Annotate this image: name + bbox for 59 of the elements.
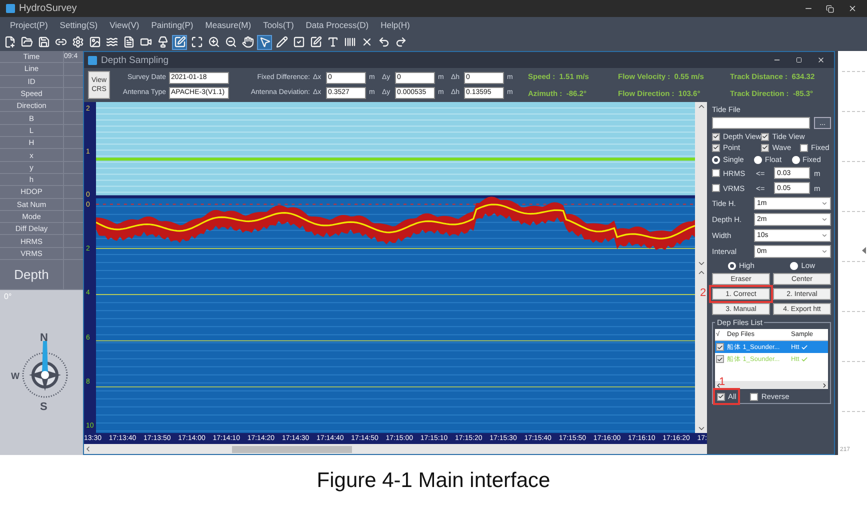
radio-button[interactable] bbox=[790, 262, 798, 270]
menu-item[interactable]: Help(H) bbox=[380, 20, 410, 30]
hand-icon[interactable] bbox=[240, 34, 255, 50]
menu-item[interactable]: Project(P) bbox=[10, 20, 48, 30]
figure-caption: Figure 4-1 Main interface bbox=[316, 468, 552, 494]
scroll-down-icon[interactable] bbox=[696, 424, 706, 433]
folder-icon[interactable] bbox=[19, 34, 34, 50]
app-icon bbox=[88, 56, 97, 64]
scroll-right-icon[interactable] bbox=[821, 382, 828, 388]
edit-icon[interactable] bbox=[172, 34, 187, 50]
checkbox[interactable] bbox=[716, 343, 724, 351]
checkbox[interactable] bbox=[712, 144, 720, 152]
collapse-icon[interactable] bbox=[862, 247, 866, 254]
checkbox[interactable] bbox=[761, 144, 770, 152]
menu-item[interactable]: Setting(S) bbox=[60, 20, 98, 30]
radio-button[interactable] bbox=[728, 262, 736, 270]
menu-item[interactable]: Measure(M) bbox=[205, 20, 252, 30]
annotation-number: 1 bbox=[719, 377, 726, 388]
checked-box-icon[interactable] bbox=[291, 34, 306, 50]
expand-icon[interactable] bbox=[189, 34, 204, 50]
pointer-icon[interactable] bbox=[257, 34, 272, 50]
checkbox[interactable] bbox=[800, 144, 808, 152]
checkbox[interactable] bbox=[717, 392, 725, 400]
settings-icon[interactable] bbox=[70, 34, 85, 50]
app-title: HydroSurvey bbox=[19, 3, 77, 14]
radio-button[interactable] bbox=[792, 156, 800, 164]
chevron-down-icon bbox=[821, 216, 828, 223]
tide-file-field[interactable] bbox=[712, 117, 810, 129]
chevron-down-icon bbox=[821, 232, 828, 239]
radio-button[interactable] bbox=[754, 156, 762, 164]
zoom-out-icon[interactable] bbox=[223, 34, 238, 50]
checkbox[interactable] bbox=[712, 132, 720, 140]
annotation-number: 2 bbox=[700, 288, 706, 299]
south-label: S bbox=[40, 400, 47, 413]
scroll-left-icon[interactable] bbox=[84, 445, 92, 453]
heading-value: 0° bbox=[4, 292, 12, 302]
menu-item[interactable]: Painting(P) bbox=[151, 20, 194, 30]
north-label: N bbox=[40, 332, 48, 344]
scroll-up-icon[interactable] bbox=[696, 102, 706, 111]
chevron-down-icon bbox=[821, 248, 828, 255]
chevron-down-icon bbox=[821, 200, 828, 207]
edit-icon[interactable] bbox=[308, 34, 323, 50]
menu-item[interactable]: Tools(T) bbox=[263, 20, 294, 30]
image-icon[interactable] bbox=[87, 34, 102, 50]
west-label: W bbox=[10, 370, 19, 381]
pencil-icon[interactable] bbox=[274, 34, 289, 50]
menu-item[interactable]: View(V) bbox=[110, 20, 140, 30]
zoom-in-icon[interactable] bbox=[206, 34, 221, 50]
checkbox[interactable] bbox=[750, 392, 758, 400]
menu-item[interactable]: Data Process(D) bbox=[306, 20, 369, 30]
save-icon[interactable] bbox=[36, 34, 51, 50]
window-title: Depth Sampling bbox=[101, 54, 169, 66]
checkbox[interactable] bbox=[716, 355, 724, 363]
checkbox[interactable] bbox=[712, 184, 720, 192]
checkbox[interactable] bbox=[761, 132, 770, 140]
info-label: Depth bbox=[13, 266, 50, 284]
checkbox[interactable] bbox=[712, 169, 720, 177]
app-icon bbox=[6, 4, 15, 13]
radio-button[interactable] bbox=[712, 156, 720, 164]
